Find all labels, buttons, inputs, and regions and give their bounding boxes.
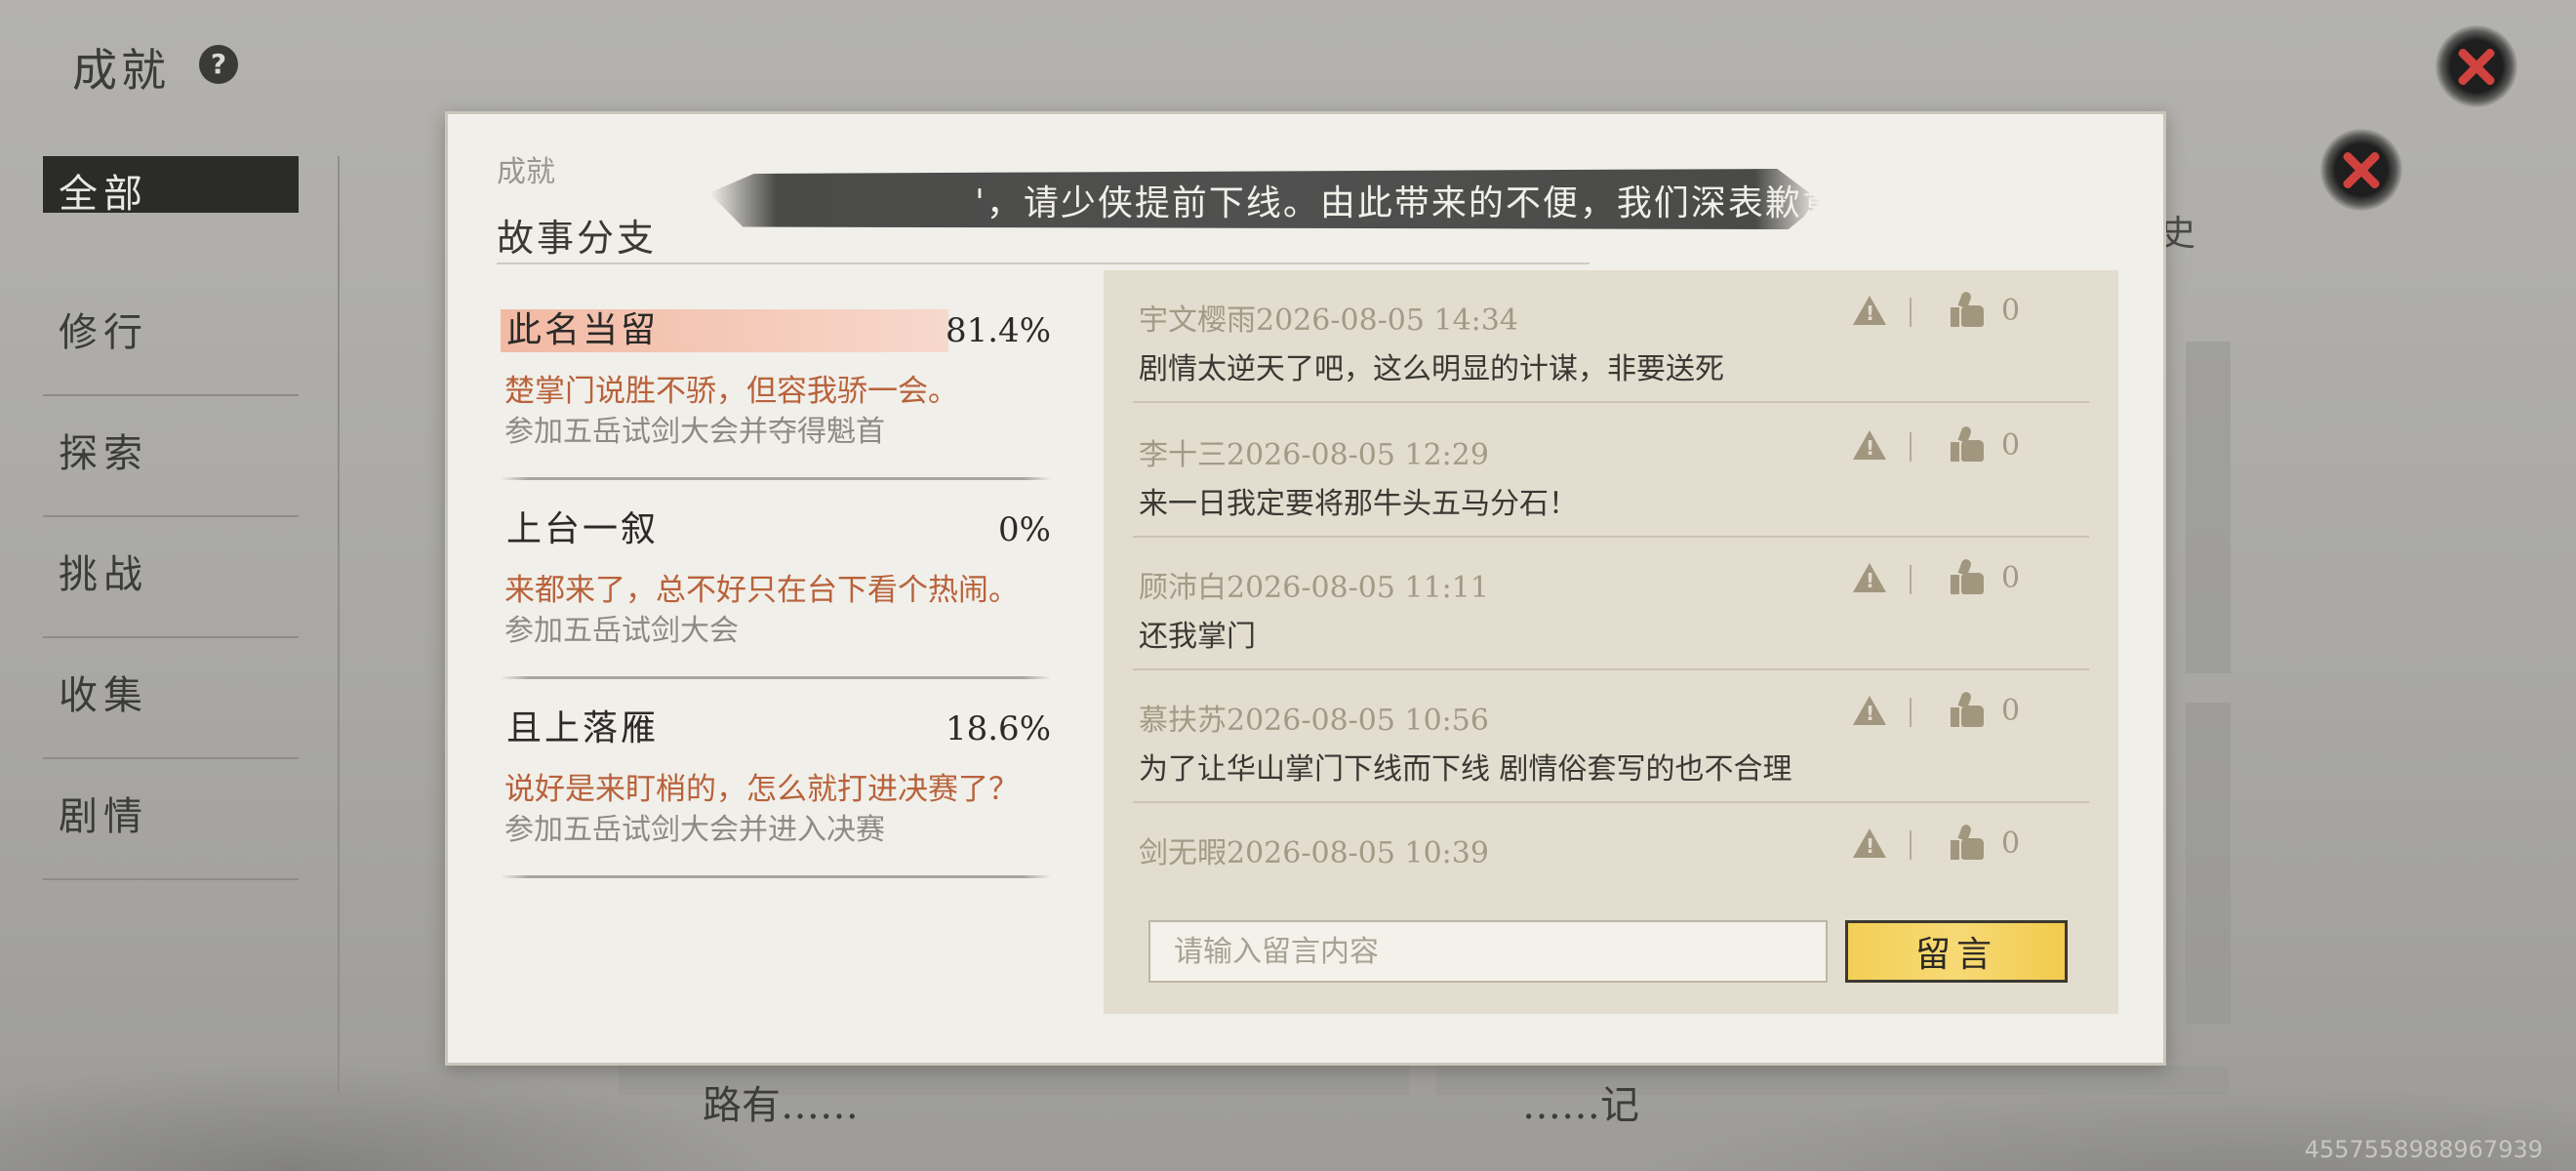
branch-condition: 参加五岳试剑大会 — [504, 614, 739, 648]
comment-item: 宇文樱雨2026-08-05 14:34 0 剧情太逆天了吧，这么明显的计谋，非… — [1104, 270, 2118, 403]
branch-list: 此名当留 81.4% 楚掌门说胜不骄，但容我骄一会。 参加五岳试剑大会并夺得魁首… — [501, 309, 1051, 907]
action-divider — [1910, 565, 1912, 594]
branch-name: 此名当留 — [506, 310, 660, 350]
branch-quote: 楚掌门说胜不骄，但容我骄一会。 — [504, 374, 958, 409]
comment-author-time: 李十三2026-08-05 12:29 — [1139, 438, 1489, 472]
sidebar-item-label: 剧情 — [59, 794, 148, 839]
branch-quote: 说好是来盯梢的，怎么就打进决赛了？ — [504, 772, 1019, 807]
action-divider — [1910, 298, 1912, 327]
branch-quote: 来都来了，总不好只在台下看个热闹。 — [504, 573, 1019, 608]
sidebar-item-collect[interactable]: 收集 — [43, 638, 299, 759]
report-warning-icon[interactable] — [1853, 296, 1886, 325]
background-achievement-title: ……记 — [1522, 1083, 1639, 1128]
sidebar-item-story[interactable]: 剧情 — [43, 759, 299, 880]
branch-item: 上台一叙 0% 来都来了，总不好只在台下看个热闹。 参加五岳试剑大会 — [501, 508, 1051, 707]
like-count: 0 — [2001, 561, 2021, 595]
watermark: 4557558988967939 — [2304, 1136, 2543, 1163]
branch-item: 此名当留 81.4% 楚掌门说胜不骄，但容我骄一会。 参加五岳试剑大会并夺得魁首 — [501, 309, 1051, 508]
sidebar-item-challenge[interactable]: 挑战 — [43, 517, 299, 638]
background-card — [2186, 342, 2231, 673]
background-achievement-title: 路有…… — [703, 1083, 859, 1128]
action-divider — [1910, 698, 1912, 727]
modal-close-icon[interactable] — [2320, 129, 2402, 211]
title-divider — [497, 262, 1590, 264]
branch-condition: 参加五岳试剑大会并夺得魁首 — [504, 415, 885, 449]
comment-item: 李十三2026-08-05 12:29 0 来一日我定要将那牛头五马分石！ — [1104, 405, 2118, 538]
page-title: 成就 — [72, 44, 170, 97]
comment-item: 顾沛白2026-08-05 11:11 0 还我掌门 — [1104, 538, 2118, 670]
branch-name: 且上落雁 — [506, 708, 660, 748]
branch-divider — [501, 676, 1051, 679]
like-count: 0 — [2001, 428, 2021, 463]
comment-item: 剑无暇2026-08-05 10:39 0 — [1104, 803, 2118, 936]
background-card — [2186, 703, 2231, 1025]
close-icon[interactable] — [2435, 25, 2517, 107]
sidebar-item-label: 修行 — [59, 310, 148, 355]
like-count: 0 — [2001, 694, 2021, 728]
comment-text: 为了让华山掌门下线而下线 剧情俗套写的也不合理 — [1139, 752, 1792, 787]
sidebar-item-label: 探索 — [59, 431, 148, 476]
comment-text: 来一日我定要将那牛头五马分石！ — [1139, 487, 1578, 521]
comment-input[interactable] — [1148, 920, 1828, 983]
question-icon[interactable]: ? — [199, 45, 238, 84]
sidebar-divider — [338, 156, 340, 1093]
report-warning-icon[interactable] — [1853, 430, 1886, 460]
sidebar-item-cultivation[interactable]: 修行 — [43, 275, 299, 396]
story-branch-modal: 成就 故事分支 '，请少侠提前下线。由此带来的不便，我们深表歉意， 此名当留 8… — [445, 111, 2166, 1066]
comment-author-time: 宇文樱雨2026-08-05 14:34 — [1139, 303, 1518, 338]
branch-percent: 0% — [998, 510, 1051, 549]
notice-banner-text: '，请少侠提前下线。由此带来的不便，我们深表歉意， — [975, 183, 1876, 223]
comment-item: 慕扶苏2026-08-05 10:56 0 为了让华山掌门下线而下线 剧情俗套写… — [1104, 670, 2118, 803]
report-warning-icon[interactable] — [1853, 563, 1886, 592]
sidebar-item-label: 收集 — [59, 673, 148, 718]
branch-header: 此名当留 81.4% — [501, 309, 1051, 352]
branch-divider — [501, 875, 1051, 878]
modal-title: 故事分支 — [497, 217, 658, 260]
branch-name: 上台一叙 — [506, 509, 660, 549]
sidebar-item-label: 挑战 — [59, 552, 148, 597]
branch-percent: 18.6% — [945, 709, 1051, 748]
branch-item: 且上落雁 18.6% 说好是来盯梢的，怎么就打进决赛了？ 参加五岳试剑大会并进入… — [501, 707, 1051, 907]
comment-text: 剧情太逆天了吧，这么明显的计谋，非要送死 — [1139, 352, 1724, 386]
like-count: 0 — [2001, 827, 2021, 861]
submit-comment-button[interactable]: 留言 — [1845, 920, 2068, 983]
comment-divider — [1133, 401, 2089, 403]
comment-text: 还我掌门 — [1139, 620, 1256, 654]
branch-condition: 参加五岳试剑大会并进入决赛 — [504, 813, 885, 847]
comments-panel[interactable]: 宇文樱雨2026-08-05 14:34 0 剧情太逆天了吧，这么明显的计谋，非… — [1104, 270, 2118, 1014]
report-warning-icon[interactable] — [1853, 696, 1886, 725]
sidebar: 全部 修行 探索 挑战 收集 剧情 — [43, 156, 299, 880]
sidebar-item-all[interactable]: 全部 — [43, 156, 299, 217]
comment-author-time: 顾沛白2026-08-05 11:11 — [1139, 571, 1489, 605]
comment-author-time: 慕扶苏2026-08-05 10:56 — [1139, 704, 1489, 738]
branch-divider — [501, 477, 1051, 480]
comment-author-time: 剑无暇2026-08-05 10:39 — [1139, 836, 1489, 870]
modal-category: 成就 — [497, 155, 555, 189]
sidebar-item-explore[interactable]: 探索 — [43, 396, 299, 517]
branch-percent: 81.4% — [945, 311, 1051, 350]
report-warning-icon[interactable] — [1853, 828, 1886, 858]
branch-header: 且上落雁 18.6% — [501, 707, 1051, 750]
like-count: 0 — [2001, 294, 2021, 328]
action-divider — [1910, 830, 1912, 860]
sidebar-item-label: 全部 — [59, 172, 148, 217]
branch-header: 上台一叙 0% — [501, 508, 1051, 551]
action-divider — [1910, 432, 1912, 462]
